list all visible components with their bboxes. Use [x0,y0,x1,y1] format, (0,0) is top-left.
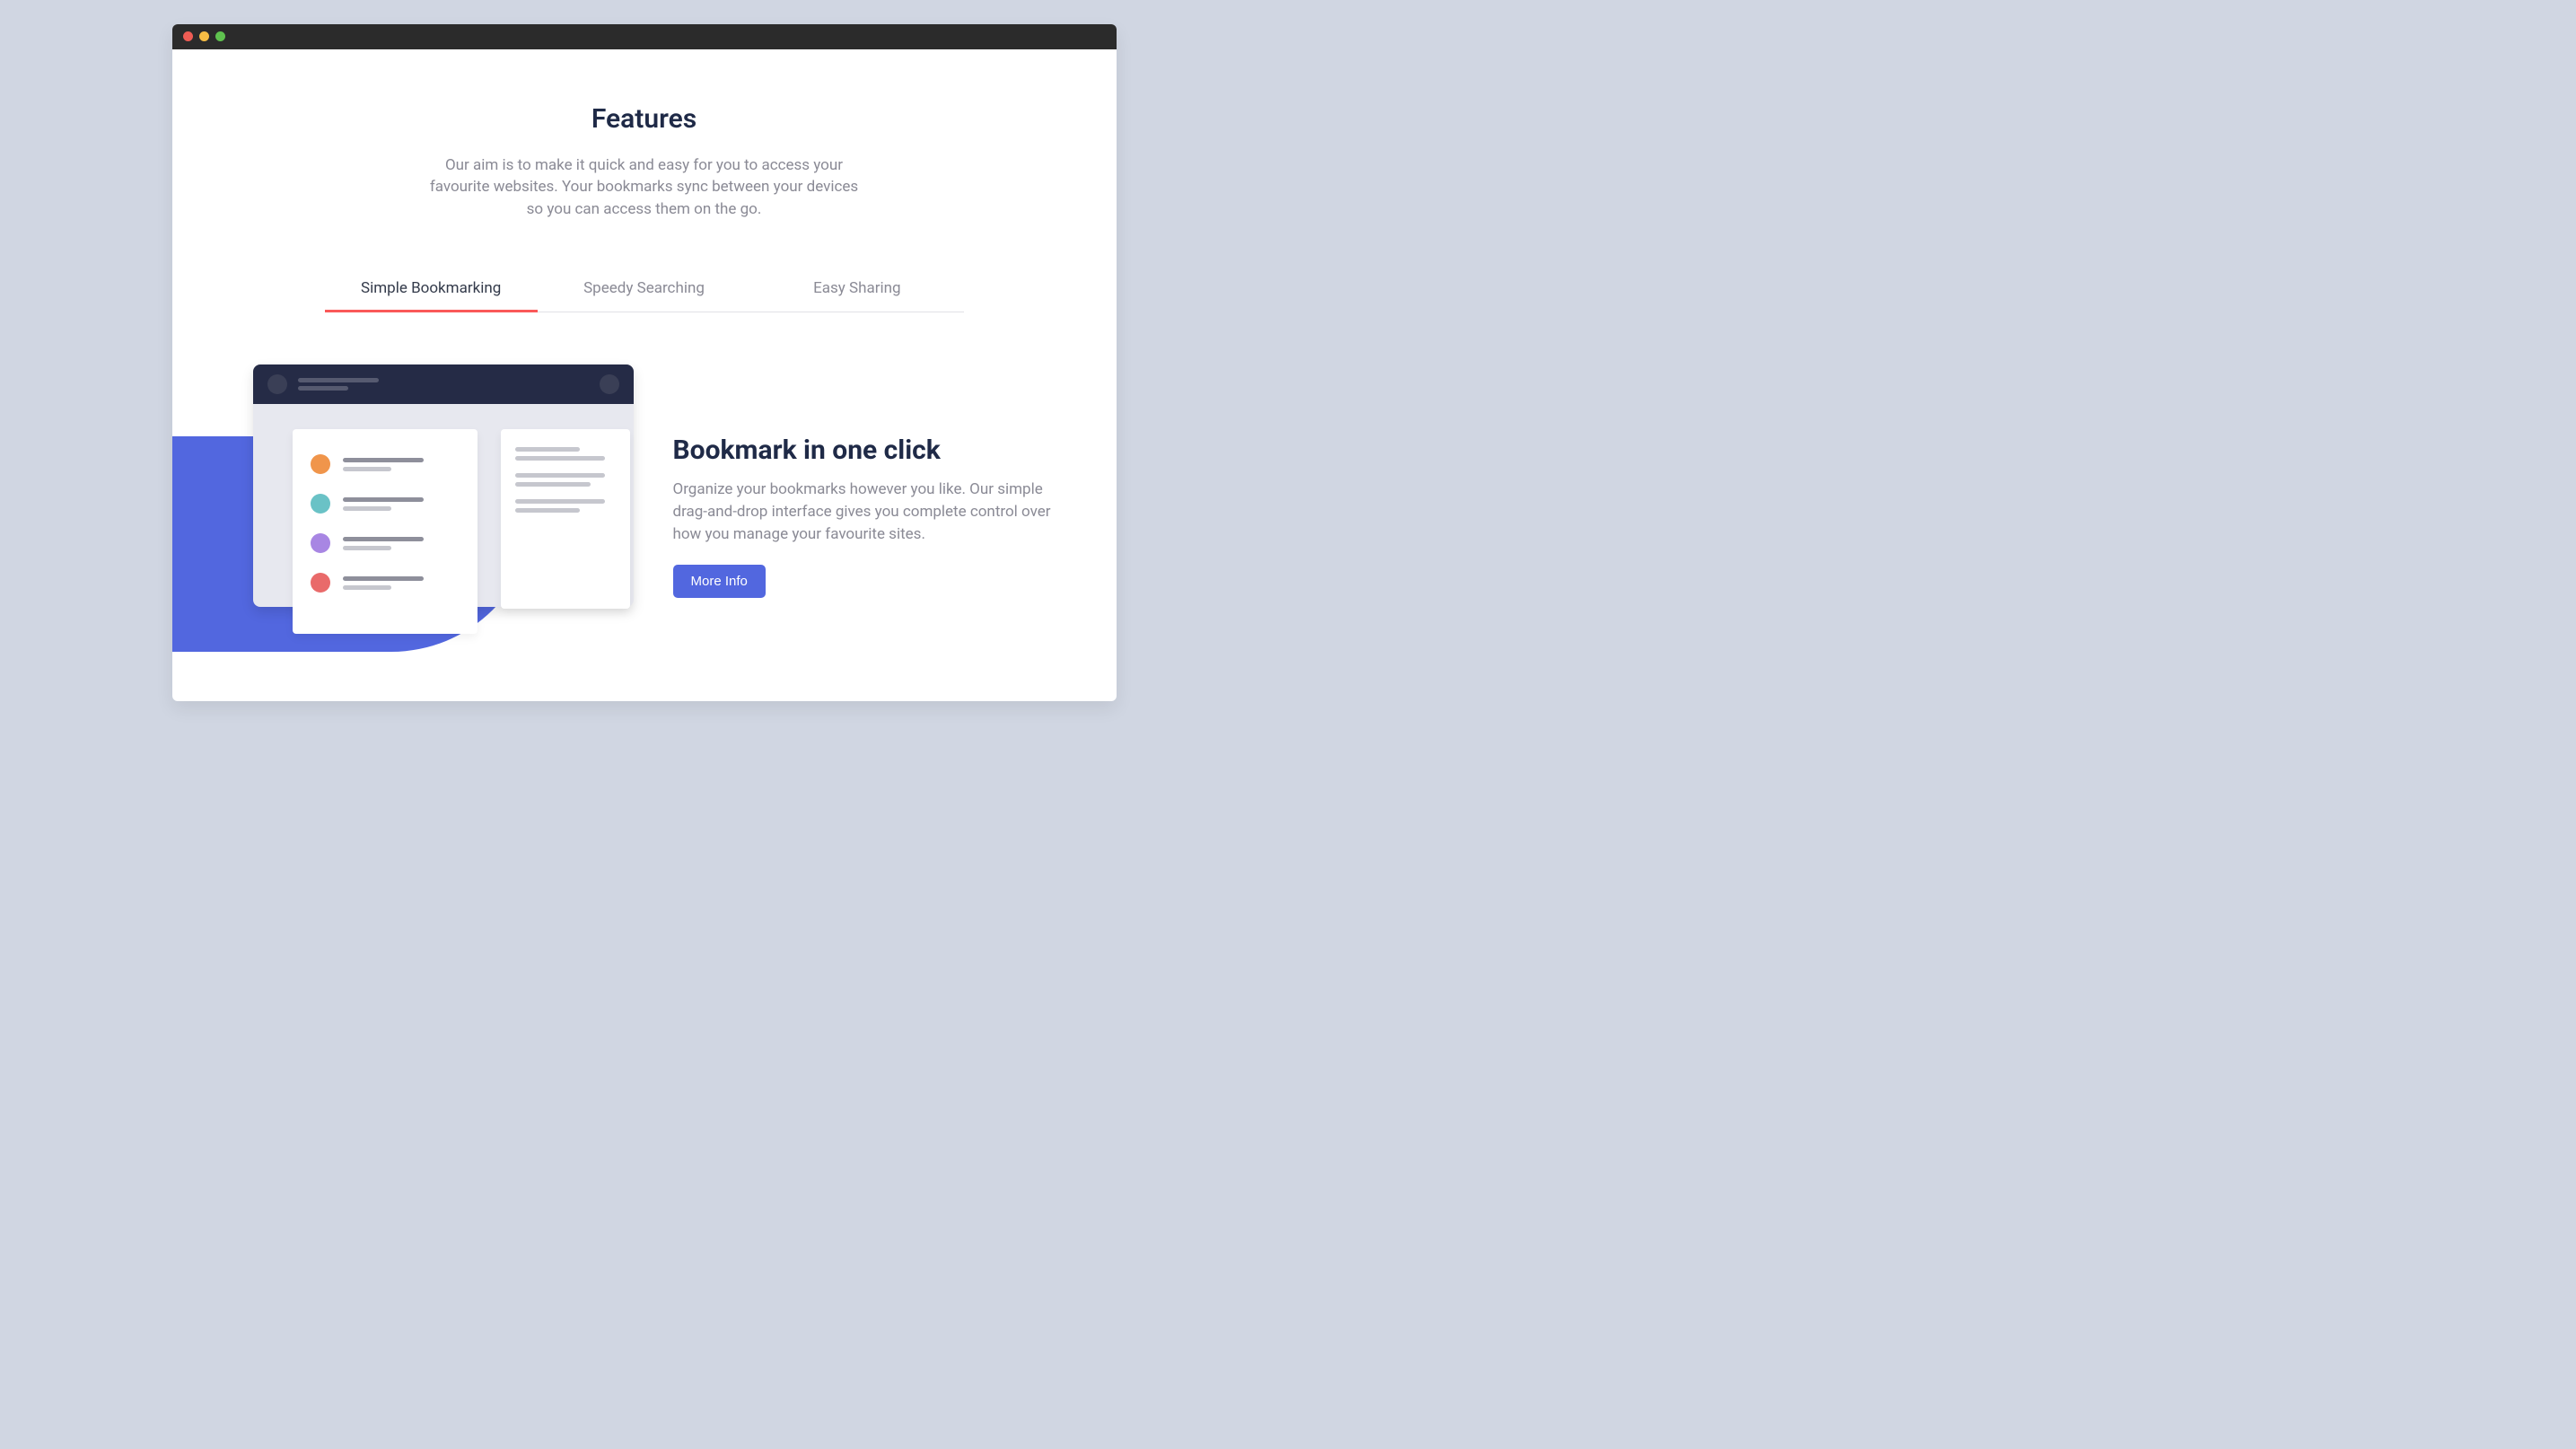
minimize-icon[interactable] [199,31,209,41]
window-titlebar [172,24,1117,49]
mock-header [253,364,634,404]
close-icon[interactable] [183,31,193,41]
list-item [311,573,460,593]
browser-window: Features Our aim is to make it quick and… [172,24,1117,701]
feature-copy: Bookmark in one click Organize your book… [657,435,1117,598]
feature-title: Bookmark in one click [673,435,1081,466]
mock-list-panel [293,429,478,634]
section-subheading: Our aim is to make it quick and easy for… [420,154,869,221]
more-info-button[interactable]: More Info [673,565,766,598]
list-item [311,494,460,514]
mock-avatar-icon [267,374,287,394]
list-item [311,533,460,553]
list-dot-icon [311,494,330,514]
section-heading: Features [172,103,1117,135]
maximize-icon[interactable] [215,31,225,41]
list-dot-icon [311,533,330,553]
list-dot-icon [311,454,330,474]
mock-line [298,378,379,382]
tab-simple-bookmarking[interactable]: Simple Bookmarking [325,267,538,312]
feature-tabs: Simple Bookmarking Speedy Searching Easy… [325,267,964,312]
feature-description: Organize your bookmarks however you like… [673,479,1081,545]
feature-illustration [172,364,657,665]
mock-header-dot-icon [600,374,619,394]
mock-line [298,386,348,391]
list-item [311,454,460,474]
tab-speedy-searching[interactable]: Speedy Searching [538,267,750,312]
feature-panel: Bookmark in one click Organize your book… [172,364,1117,665]
mock-browser-illustration [253,364,634,607]
mock-text-panel [501,429,630,609]
tab-easy-sharing[interactable]: Easy Sharing [750,267,963,312]
page-content: Features Our aim is to make it quick and… [172,49,1117,701]
list-dot-icon [311,573,330,593]
